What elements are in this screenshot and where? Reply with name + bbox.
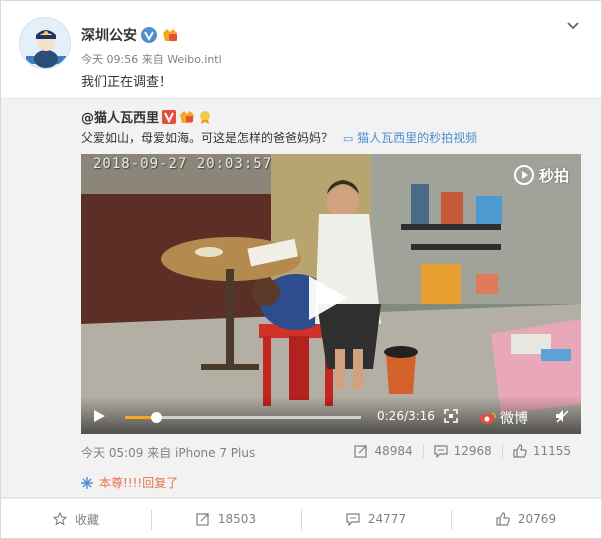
original-source: 今天 05:09 来自 iPhone 7 Plus	[81, 446, 256, 460]
play-button-icon[interactable]	[299, 272, 351, 324]
original-actions: 48984 12968 11155	[344, 444, 581, 458]
original-like-count: 11155	[532, 444, 571, 458]
sparkle-icon	[81, 476, 93, 489]
original-text: 父爱如山，母爱如海。可这是怎样的爸爸妈妈？ ▭ 猫人瓦西里的秒拍视频	[81, 129, 477, 146]
repost-icon	[354, 445, 368, 458]
member-medal-icon	[163, 29, 177, 41]
comment-count: 24777	[367, 512, 407, 526]
thumbs-up-icon	[513, 444, 527, 458]
repost-count: 18503	[217, 512, 257, 526]
post-text: 我们正在调查！	[81, 75, 173, 90]
weibo-watermark: 微博	[479, 408, 528, 428]
original-repost-count: 48984	[374, 444, 413, 458]
thumbs-up-icon	[496, 512, 510, 526]
like-count: 20769	[517, 512, 557, 526]
original-repost-button[interactable]: 48984	[344, 444, 422, 458]
original-text-body: 父爱如山，母爱如海。可这是怎样的爸爸妈妈？	[81, 131, 334, 145]
favorite-button[interactable]: 收藏	[1, 499, 151, 539]
repost-icon	[196, 513, 209, 526]
video-timestamp: 2018-09-27 20:03:57	[93, 156, 273, 172]
author-avatar[interactable]	[19, 17, 71, 69]
favorite-label: 收藏	[74, 512, 99, 527]
original-author[interactable]: @猫人瓦西里	[81, 107, 212, 126]
original-comment-button[interactable]: 12968	[422, 444, 502, 458]
vip-icon	[162, 109, 177, 124]
fullscreen-icon[interactable]	[444, 409, 458, 423]
comment-icon	[434, 445, 448, 458]
weibo-eye-icon	[480, 412, 496, 424]
verified-icon	[141, 27, 157, 43]
badge-icon	[200, 110, 211, 124]
original-like-button[interactable]: 11155	[501, 444, 581, 458]
progress-knob[interactable]	[150, 412, 162, 423]
video-controls: 0:26/3:16 微博	[81, 396, 581, 434]
video-link[interactable]: 猫人瓦西里的秒拍视频	[357, 131, 477, 145]
mute-icon[interactable]	[555, 409, 569, 423]
like-button[interactable]: 20769	[451, 499, 601, 539]
weibo-label: 微博	[500, 411, 528, 427]
video-time: 0:26/3:16	[377, 409, 435, 423]
miaopai-logo: 秒拍	[513, 164, 569, 186]
author-name-text[interactable]: 深圳公安	[81, 25, 137, 45]
play-icon[interactable]	[91, 408, 107, 424]
post-meta: 今天 09:56 来自 Weibo.intl	[81, 53, 222, 66]
video-link-icon: ▭	[342, 132, 354, 145]
comment-button[interactable]: 24777	[301, 499, 451, 539]
member-medal-icon	[180, 110, 195, 123]
comment-icon	[346, 513, 360, 526]
star-icon	[52, 512, 67, 526]
repost-card: @猫人瓦西里 父爱如山，母爱如海。可这是怎样的爸爸妈妈？ ▭ 猫人瓦西里的秒拍视…	[1, 98, 601, 498]
video-player[interactable]: 2018-09-27 20:03:57 秒拍 0:26/3:16 微博	[81, 154, 581, 434]
comment-reply-text[interactable]: 本尊!!!!回复了	[99, 474, 178, 491]
original-author-text[interactable]: @猫人瓦西里	[81, 107, 159, 126]
weibo-post-card: 深圳公安 今天 09:56 来自 Weibo.intl 我们正在调查！ @猫人瓦…	[0, 0, 602, 539]
progress-bar[interactable]	[125, 412, 361, 423]
original-comment-count: 12968	[453, 444, 492, 458]
chevron-down-icon[interactable]	[565, 17, 581, 33]
miaopai-icon	[513, 165, 534, 185]
repost-button[interactable]: 18503	[151, 499, 301, 539]
author-name[interactable]: 深圳公安	[81, 25, 179, 45]
comment-reply-link[interactable]: 本尊!!!!回复了	[81, 474, 178, 491]
action-bar: 收藏 18503 24777 20769	[1, 498, 601, 539]
miaopai-label: 秒拍	[538, 166, 569, 185]
